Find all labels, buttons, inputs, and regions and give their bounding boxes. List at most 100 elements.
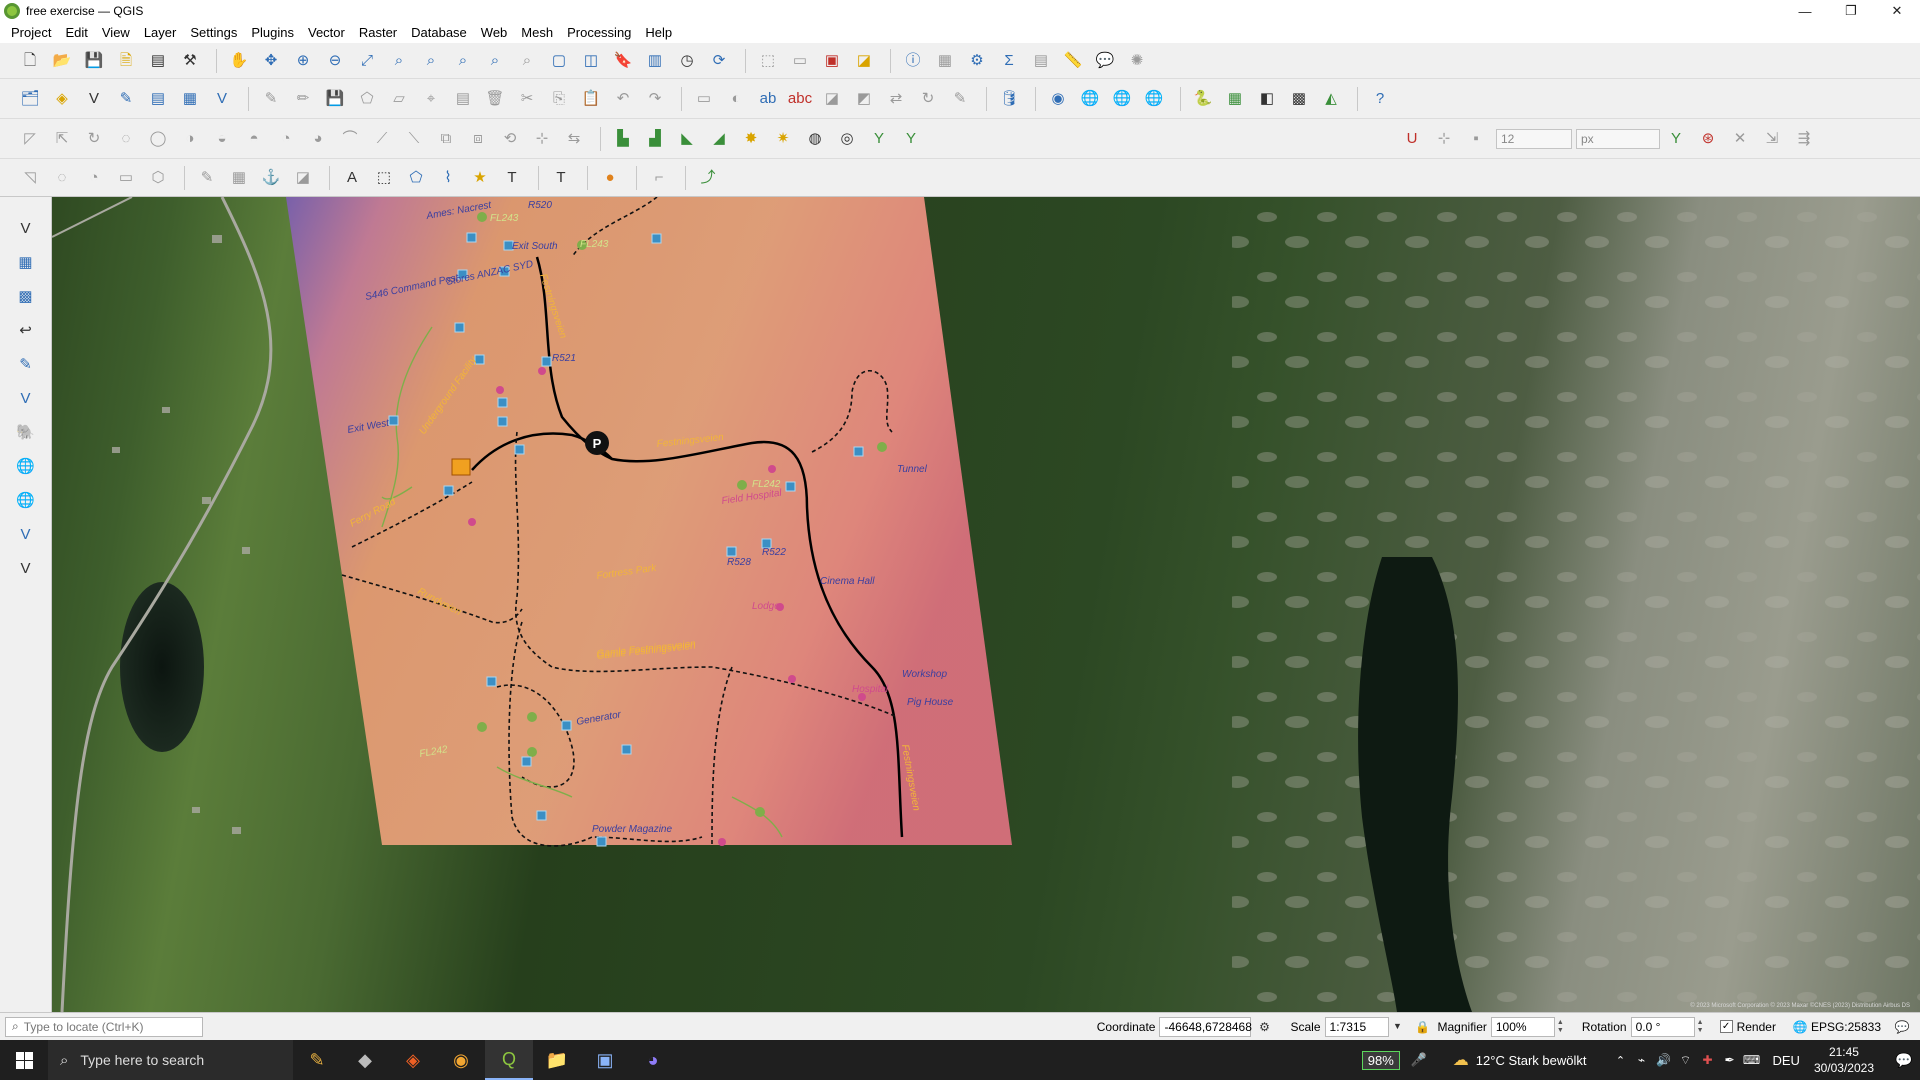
new-virtual-layer-icon[interactable]: V — [12, 556, 40, 580]
map-tips-icon[interactable]: 💬 — [1092, 48, 1118, 74]
undo-icon[interactable]: ↶ — [610, 86, 636, 112]
crs-label[interactable]: EPSG:25833 — [1811, 1020, 1881, 1034]
add-wms-icon[interactable]: 🌐 — [12, 454, 40, 478]
magnet-snapping-icon[interactable]: U — [1399, 126, 1425, 152]
pin-labels-icon[interactable]: ◪ — [819, 86, 845, 112]
close-button[interactable]: ✕ — [1874, 0, 1920, 22]
zoom-full-icon[interactable]: ⤢ — [354, 48, 380, 74]
new-print-layout-icon[interactable]: 🗎 — [113, 48, 139, 74]
start-button[interactable] — [0, 1040, 48, 1080]
label-tool-icon[interactable]: ▭ — [691, 86, 717, 112]
python-console-icon[interactable]: 🐍 — [1190, 86, 1216, 112]
minimize-button[interactable]: — — [1782, 0, 1828, 22]
scale-dependent-snapping-icon[interactable]: ⇲ — [1759, 126, 1785, 152]
messages-icon[interactable]: 💬 — [1893, 1014, 1911, 1040]
new-temporary-layer-icon[interactable]: ▤ — [145, 86, 171, 112]
add-vector-icon[interactable]: V — [12, 216, 40, 240]
magnifier-field[interactable]: 100% — [1490, 1016, 1555, 1037]
identify-features-icon[interactable]: ⓘ — [900, 48, 926, 74]
select-annotation-icon[interactable]: ⬚ — [371, 165, 397, 191]
offset-point-symbols-icon[interactable]: ⊹ — [529, 126, 555, 152]
delete-ring-icon[interactable]: ◓ — [241, 126, 267, 152]
new-geopackage-layer-icon[interactable]: ◈ — [49, 86, 75, 112]
teams-icon[interactable]: ◆ — [341, 1040, 389, 1080]
select-features-icon[interactable]: ⬚ — [755, 48, 781, 74]
measure-angle-icon[interactable]: ⌐ — [646, 165, 672, 191]
temporal-controller-icon[interactable]: ◷ — [674, 48, 700, 74]
locator-search-input[interactable]: ⌕ Type to locate (Ctrl+K) — [5, 1016, 203, 1037]
label-properties-icon[interactable]: ab — [755, 86, 781, 112]
new-spatialite-layer-icon[interactable]: ✎ — [113, 86, 139, 112]
maximize-button[interactable]: ❐ — [1828, 0, 1874, 22]
db-manager-icon[interactable]: 🛢 — [996, 86, 1022, 112]
menu-layer[interactable]: Layer — [137, 25, 184, 40]
text-annotation-menu-icon[interactable]: T — [548, 165, 574, 191]
processing-toolbox-icon[interactable]: ⚙ — [964, 48, 990, 74]
rotate-label-icon[interactable]: ↻ — [915, 86, 941, 112]
attribute-table-icon[interactable]: ▤ — [1028, 48, 1054, 74]
toggle-extents-icon[interactable]: ⚙ — [1255, 1014, 1273, 1040]
qgis2web-icon[interactable]: ▩ — [1286, 86, 1312, 112]
open-attribute-table-icon[interactable]: ▦ — [932, 48, 958, 74]
security-icon[interactable]: ✚ — [1696, 1040, 1718, 1080]
add-virtual-layer-icon[interactable]: V — [12, 386, 40, 410]
zoom-out-icon[interactable]: ⊖ — [322, 48, 348, 74]
show-bookmarks-icon[interactable]: ▥ — [642, 48, 668, 74]
select-location-icon[interactable]: ◪ — [851, 48, 877, 74]
new-bookmark-icon[interactable]: 🔖 — [610, 48, 636, 74]
tracing-icon[interactable]: Y — [1663, 126, 1689, 152]
select-by-value-icon[interactable]: ▭ — [787, 48, 813, 74]
merge-attributes-icon[interactable]: ⧈ — [465, 126, 491, 152]
statistical-summary-icon[interactable]: Σ — [996, 48, 1022, 74]
current-edits-icon[interactable]: ✎ — [258, 86, 284, 112]
delete-selected-icon[interactable]: 🗑 — [482, 86, 508, 112]
menu-project[interactable]: Project — [4, 25, 58, 40]
weather-icon[interactable]: ☁ — [1446, 1040, 1476, 1080]
add-xyz-layer-icon[interactable]: 🌐 — [1141, 86, 1167, 112]
add-mesh-icon[interactable]: ▩ — [12, 284, 40, 308]
cut-features-icon[interactable]: ✂ — [514, 86, 540, 112]
show-hide-labels-icon[interactable]: ◩ — [851, 86, 877, 112]
wifi-icon[interactable]: ⌔ — [1674, 1040, 1696, 1080]
snapping-line-endpoint-icon[interactable]: ✷ — [770, 126, 796, 152]
snapping-segment-icon[interactable]: ▟ — [642, 126, 668, 152]
georeference-icon[interactable]: ⚓ — [258, 165, 284, 191]
magnifier-spinner[interactable]: ▲ ▼ — [1557, 1017, 1568, 1037]
offset-curve-icon[interactable]: ⌒ — [337, 126, 363, 152]
measure-line-icon[interactable]: 📏 — [1060, 48, 1086, 74]
label-highlight-icon[interactable]: abc — [787, 86, 813, 112]
app-window-icon[interactable]: ▣ — [581, 1040, 629, 1080]
digitize-shape-icon[interactable]: ◹ — [17, 165, 43, 191]
text-along-line-icon[interactable]: T — [499, 165, 525, 191]
snapping-middle-icon[interactable]: ✸ — [738, 126, 764, 152]
clock[interactable]: 21:45 30/03/2023 — [1814, 1044, 1874, 1076]
layout-manager-icon[interactable]: ▤ — [145, 48, 171, 74]
render-checkbox[interactable]: ✓ — [1719, 1020, 1733, 1033]
style-manager-icon[interactable]: ⚒ — [177, 48, 203, 74]
snapping-self-icon[interactable]: ◍ — [802, 126, 828, 152]
add-delimited-text-icon[interactable]: ↩ — [12, 318, 40, 342]
move-label-icon[interactable]: ⇄ — [883, 86, 909, 112]
rotation-field[interactable]: 0.0 ° — [1630, 1016, 1695, 1037]
coordinate-field[interactable]: -46648,6728468 — [1159, 1016, 1252, 1037]
snapping-tolerance-icon[interactable]: ▪ — [1463, 126, 1489, 152]
reverse-line-icon[interactable]: ⇆ — [561, 126, 587, 152]
add-vector-layer-icon[interactable]: V — [209, 86, 235, 112]
taskbar-search-input[interactable]: ⌕ Type here to search — [48, 1040, 293, 1080]
show-hidden-icons-icon[interactable]: ⌃ — [1610, 1040, 1630, 1080]
layer-labeling-icon[interactable]: ◐ — [723, 86, 749, 112]
menu-view[interactable]: View — [95, 25, 137, 40]
grass-tools-icon[interactable]: ▦ — [1222, 86, 1248, 112]
scale-dropdown-icon[interactable]: ▼ — [1391, 1014, 1405, 1040]
self-snapping-icon[interactable]: ✕ — [1727, 126, 1753, 152]
add-feature-icon[interactable]: ⬠ — [354, 86, 380, 112]
line-annotation-icon[interactable]: ⌇ — [435, 165, 461, 191]
redo-icon[interactable]: ↷ — [642, 86, 668, 112]
crs-globe-icon[interactable]: 🌐 — [1792, 1014, 1808, 1040]
menu-processing[interactable]: Processing — [560, 25, 638, 40]
brave-browser-icon[interactable]: ◈ — [389, 1040, 437, 1080]
shape-digitize-icon[interactable]: ◸ — [17, 126, 43, 152]
rotate-point-symbols-icon[interactable]: ⟲ — [497, 126, 523, 152]
move-feature-icon[interactable]: ⇱ — [49, 126, 75, 152]
add-part-icon[interactable]: ◑ — [177, 126, 203, 152]
